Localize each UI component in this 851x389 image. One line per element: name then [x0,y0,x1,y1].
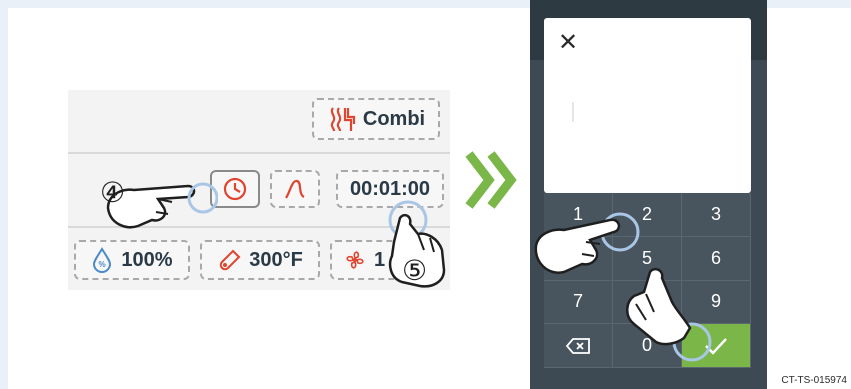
oven-control-panel: Combi 00:01:00 % 100% 300°F 1 ④ ⑤ [68,90,450,290]
combi-mode-button[interactable]: Combi [312,98,440,140]
fan-icon [346,251,364,269]
combi-mode-label: Combi [362,107,426,130]
row-divider [68,152,450,154]
tapping-hand-icon [626,267,712,362]
thermometer-icon [219,249,241,271]
backspace-key[interactable] [544,324,613,368]
double-chevron-right-icon [465,151,517,209]
close-icon[interactable]: ✕ [558,28,578,57]
key-7[interactable]: 7 [544,280,613,325]
text-cursor [572,102,574,122]
document-caption: CT-TS-015974 [781,375,847,386]
humidity-value: 100% [121,248,173,271]
step-4-marker: ④ [100,177,126,208]
key-3[interactable]: 3 [682,193,751,237]
svg-text:%: % [99,260,106,269]
core-probe-button[interactable] [270,170,320,208]
humidity-drop-icon: % [93,247,112,273]
temperature-setting[interactable]: 300°F [200,240,320,280]
core-probe-icon [285,179,305,199]
step-5-marker: ⑤ [402,255,428,286]
combi-steam-heat-icon [330,107,355,132]
humidity-setting[interactable]: % 100% [74,240,190,280]
clock-icon [223,177,247,201]
time-entry-dialog: ✕ [544,18,751,193]
backspace-icon [565,337,590,354]
temperature-value: 300°F [249,248,303,271]
keypad-screen: ✕ 1 2 3 4 5 6 7 8 9 0 [530,0,767,389]
